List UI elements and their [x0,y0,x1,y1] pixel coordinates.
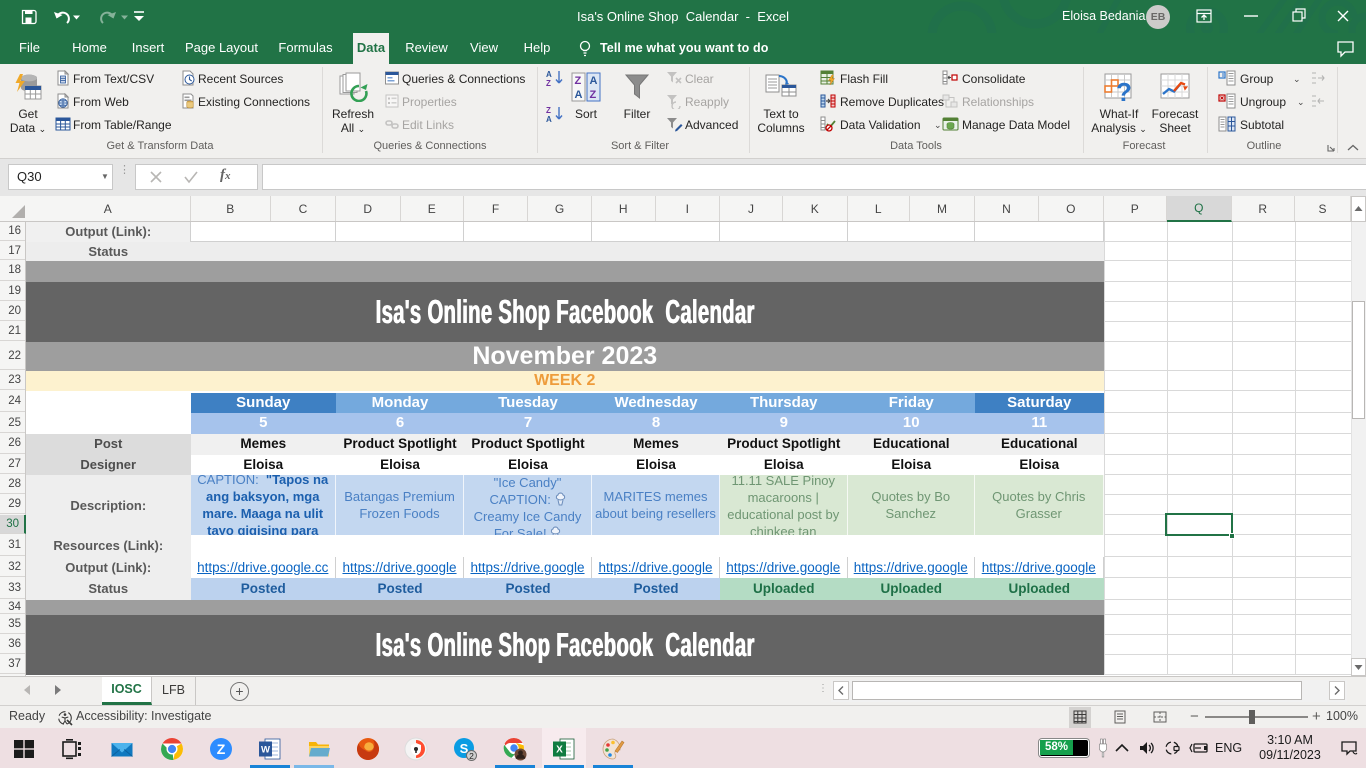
svg-text:W: W [261,745,270,756]
svg-text:Z: Z [217,741,226,757]
svg-text:Z: Z [590,89,597,101]
svg-text:?: ? [1116,77,1132,102]
svg-text:A: A [575,89,583,101]
svg-text:Z: Z [546,106,551,115]
svg-text:Z: Z [575,75,582,87]
svg-text:X: X [556,745,563,756]
svg-text:2: 2 [469,751,474,761]
svg-text:A: A [590,75,598,87]
svg-text:A: A [546,70,552,79]
svg-text:Z: Z [546,79,551,87]
svg-text:A: A [546,115,552,123]
